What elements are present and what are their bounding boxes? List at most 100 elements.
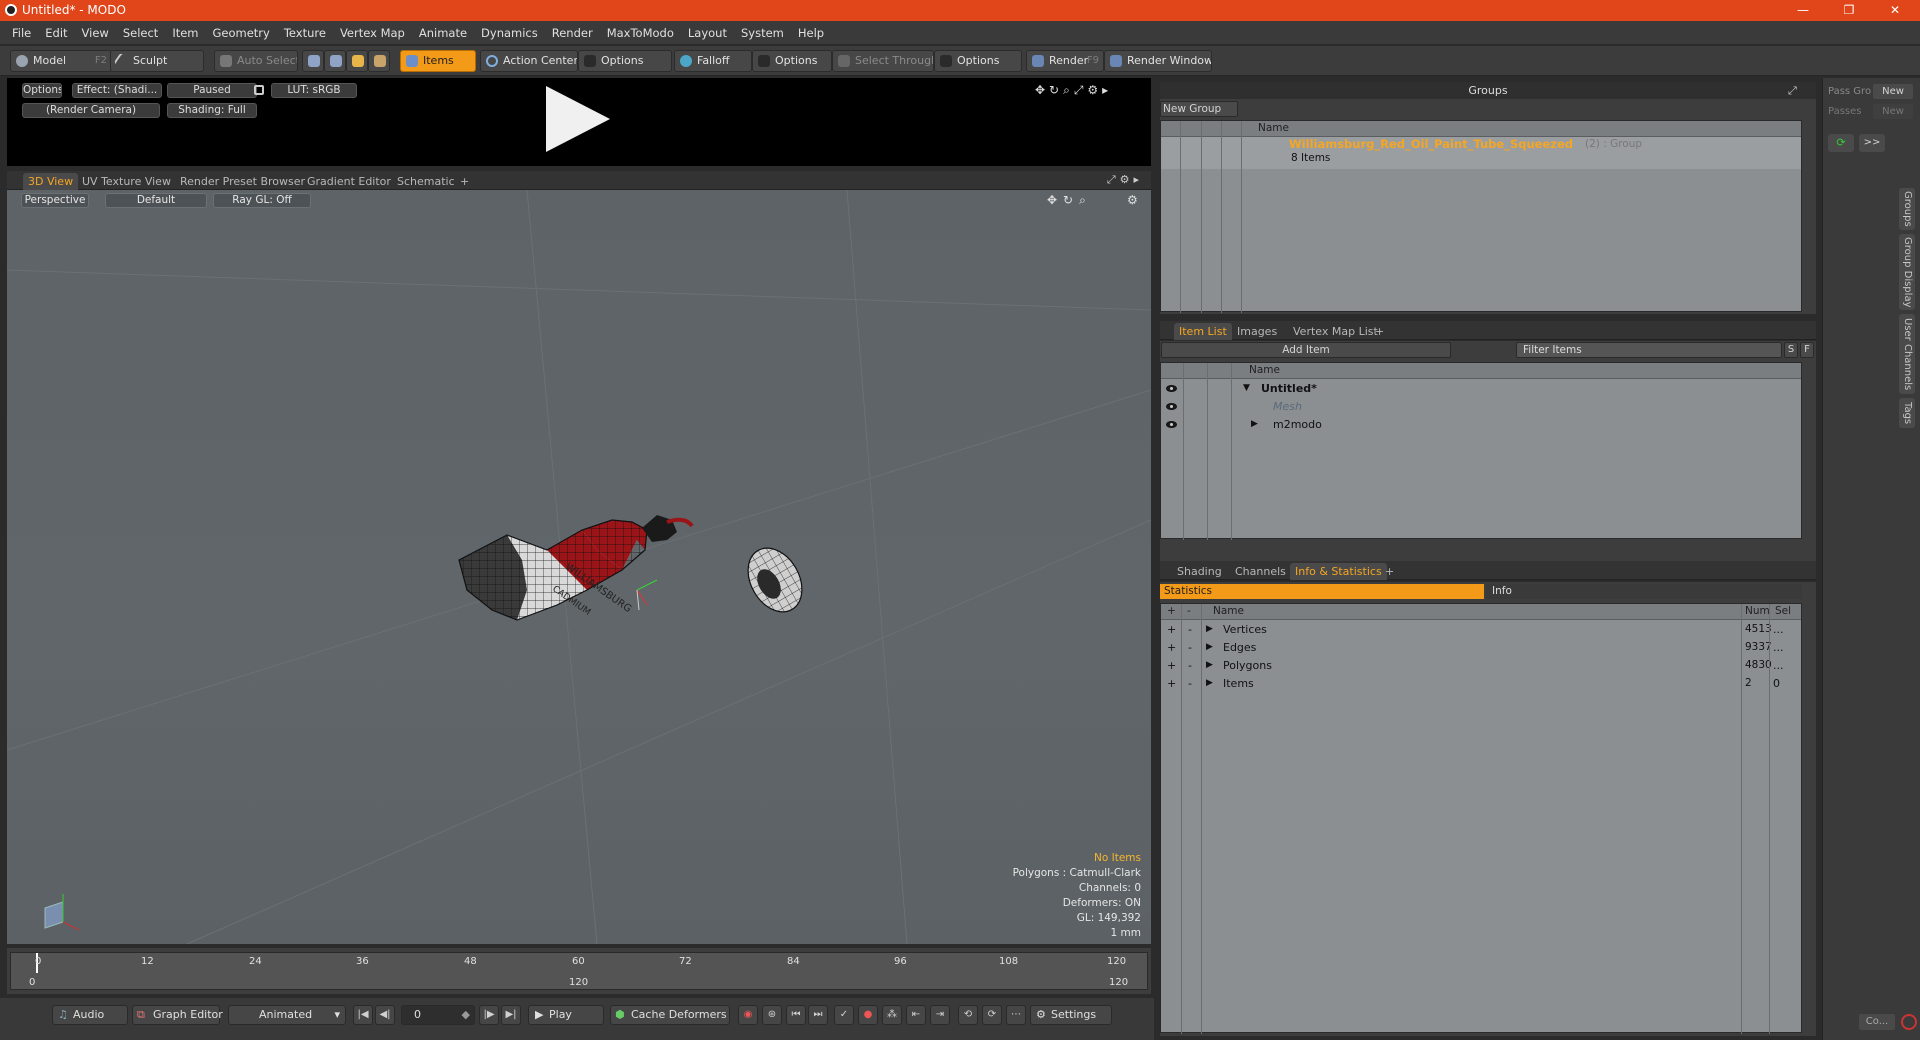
3d-viewport[interactable]: WILLIAMSBURG CADMIUM Perspective Default… (7, 190, 1151, 944)
channel-more-icon[interactable]: ⋯ (1006, 1005, 1026, 1025)
menu-maxtomodo[interactable]: MaxToModo (600, 21, 681, 45)
menu-texture[interactable]: Texture (277, 21, 333, 45)
render-window-button[interactable]: Render Window (1104, 50, 1212, 72)
tab-vertex-map-list[interactable]: Vertex Map List (1288, 323, 1383, 340)
lut-dropdown[interactable]: LUT: sRGB (271, 83, 357, 98)
play-button[interactable]: ▶ Play (528, 1005, 604, 1025)
add-item-dropdown[interactable]: Add Item (1161, 342, 1451, 358)
tab-schematic[interactable]: Schematic (392, 173, 460, 190)
add-tab-button[interactable]: + (1380, 563, 1399, 580)
info-tab[interactable]: Info (1486, 584, 1802, 599)
menu-view[interactable]: View (75, 21, 116, 45)
menu-file[interactable]: File (0, 21, 38, 45)
close-button[interactable]: ✕ (1872, 0, 1918, 21)
menu-geometry[interactable]: Geometry (206, 21, 277, 45)
add-tab-button[interactable]: + (455, 173, 474, 190)
stats-row-vertices[interactable]: + - ▶ Vertices 4513... (1161, 621, 1801, 638)
maximize-icon[interactable]: ⤢ (1788, 84, 1797, 98)
item-row-mesh[interactable]: Mesh (1161, 398, 1801, 415)
lock-icon[interactable] (254, 85, 264, 95)
tab-gradient-editor[interactable]: Gradient Editor (302, 173, 396, 190)
tab-images[interactable]: Images (1232, 323, 1282, 340)
minimize-button[interactable]: — (1780, 0, 1826, 21)
item-row-m2modo[interactable]: ▶ m2modo (1161, 416, 1801, 433)
expand-icon[interactable]: ▶ (1251, 416, 1258, 433)
select-through-button[interactable]: Select Through (832, 50, 934, 72)
jump-next-icon[interactable]: ⇥ (930, 1005, 950, 1025)
record-key-icon[interactable]: ◉ (738, 1005, 758, 1025)
command-button[interactable]: Co... (1859, 1014, 1895, 1030)
tab-shading[interactable]: Shading (1172, 563, 1227, 580)
settings-button[interactable]: ⚙ Settings (1030, 1005, 1112, 1025)
vtab-user-channels[interactable]: User Channels (1899, 314, 1915, 394)
items-mode-button[interactable]: Items (400, 50, 476, 72)
viewport-nav-icons[interactable]: ✥↻⌕ (1047, 193, 1092, 208)
go-to-start-icon[interactable]: |◀ (353, 1005, 373, 1025)
tab-3d-view[interactable]: 3D View (23, 173, 79, 190)
shading-dropdown[interactable]: Shading: Full (167, 103, 257, 118)
jump-prev-icon[interactable]: ⇤ (906, 1005, 926, 1025)
expand-panel-button[interactable]: >> (1859, 134, 1885, 152)
action-center-options-button[interactable]: Options (578, 50, 672, 72)
restore-button[interactable]: ❐ (1826, 0, 1872, 21)
expand-icon[interactable]: ▶ (1206, 621, 1213, 638)
eye-icon[interactable] (1166, 421, 1177, 428)
eye-icon[interactable] (1166, 385, 1177, 392)
perspective-dropdown[interactable]: Perspective (21, 193, 89, 208)
stats-row-polygons[interactable]: + - ▶ Polygons 4830... (1161, 657, 1801, 674)
preview-effect-dropdown[interactable]: Effect: (Shadi... (72, 83, 162, 98)
vtab-group-display[interactable]: Group Display (1899, 234, 1915, 310)
expand-icon[interactable]: ▼ (1243, 380, 1250, 397)
menu-item[interactable]: Item (165, 21, 205, 45)
item-list[interactable]: Name ▼ Untitled* Mesh ▶ m2modo (1160, 362, 1802, 540)
raygl-dropdown[interactable]: Ray GL: Off (213, 193, 311, 208)
timeline[interactable]: 0 12 24 36 48 60 72 84 96 108 120 0 120 … (7, 948, 1151, 994)
stats-row-edges[interactable]: + - ▶ Edges 9337... (1161, 639, 1801, 656)
channel-sync-icon[interactable]: ⟳ (982, 1005, 1002, 1025)
cache-deformers-button[interactable]: ⬢ Cache Deformers (610, 1005, 730, 1025)
record-macro-icon[interactable] (1901, 1014, 1917, 1030)
next-key-icon[interactable]: ⏭ (808, 1005, 828, 1025)
vtab-groups[interactable]: Groups (1899, 188, 1915, 230)
audio-button[interactable]: ♫ Audio (52, 1005, 128, 1025)
set-key-icon[interactable]: ✓ (834, 1005, 854, 1025)
group-row[interactable]: Williamsburg_Red_Oil_Paint_Tube_Squeezed… (1161, 137, 1801, 169)
f-button[interactable]: F (1800, 342, 1814, 358)
step-back-icon[interactable]: ◀| (375, 1005, 395, 1025)
graph-editor-button[interactable]: ⧉ Graph Editor (132, 1005, 223, 1025)
vertices-mode-button[interactable] (302, 50, 324, 72)
prev-key-icon[interactable]: ⏮ (786, 1005, 806, 1025)
sculpt-mode-button[interactable]: Sculpt (110, 50, 204, 72)
new-pass-group-button[interactable]: New (1873, 84, 1913, 99)
falloff-options-button[interactable]: Options (752, 50, 832, 72)
eye-icon[interactable] (1166, 403, 1177, 410)
render-button[interactable]: Render F9 (1026, 50, 1104, 72)
auto-select-button[interactable]: Auto Select (214, 50, 298, 72)
menu-edit[interactable]: Edit (38, 21, 74, 45)
menu-layout[interactable]: Layout (681, 21, 734, 45)
render-camera-dropdown[interactable]: (Render Camera) (22, 103, 160, 118)
tab-info-statistics[interactable]: Info & Statistics (1290, 563, 1387, 580)
tab-uv-texture-view[interactable]: UV Texture View (77, 173, 176, 190)
maximize-icon[interactable]: ⤢⚙▸ (1107, 173, 1143, 187)
new-group-button[interactable]: New Group (1160, 101, 1238, 117)
viewport-settings-icon[interactable]: ⚙ (1127, 193, 1138, 207)
key-options-icon[interactable]: ⁂ (882, 1005, 902, 1025)
tab-render-preset-browser[interactable]: Render Preset Browser (175, 173, 310, 190)
select-through-options-button[interactable]: Options (934, 50, 1022, 72)
edges-mode-button[interactable] (324, 50, 346, 72)
refresh-icon[interactable]: ⟳ (1828, 134, 1854, 152)
tab-channels[interactable]: Channels (1230, 563, 1291, 580)
menu-system[interactable]: System (734, 21, 791, 45)
channel-tools-icon[interactable]: ⟲ (958, 1005, 978, 1025)
s-button[interactable]: S (1784, 342, 1798, 358)
default-style-dropdown[interactable]: Default (105, 193, 207, 208)
delete-key-icon[interactable]: ● (858, 1005, 878, 1025)
expand-icon[interactable]: ▶ (1206, 675, 1213, 692)
model-mode-button[interactable]: Model F2 (10, 50, 112, 72)
animated-dropdown[interactable]: Animated ▾ (228, 1005, 346, 1025)
menu-animate[interactable]: Animate (412, 21, 474, 45)
menu-help[interactable]: Help (791, 21, 831, 45)
add-tab-button[interactable]: + (1370, 323, 1389, 340)
go-to-end-icon[interactable]: ▶| (501, 1005, 521, 1025)
